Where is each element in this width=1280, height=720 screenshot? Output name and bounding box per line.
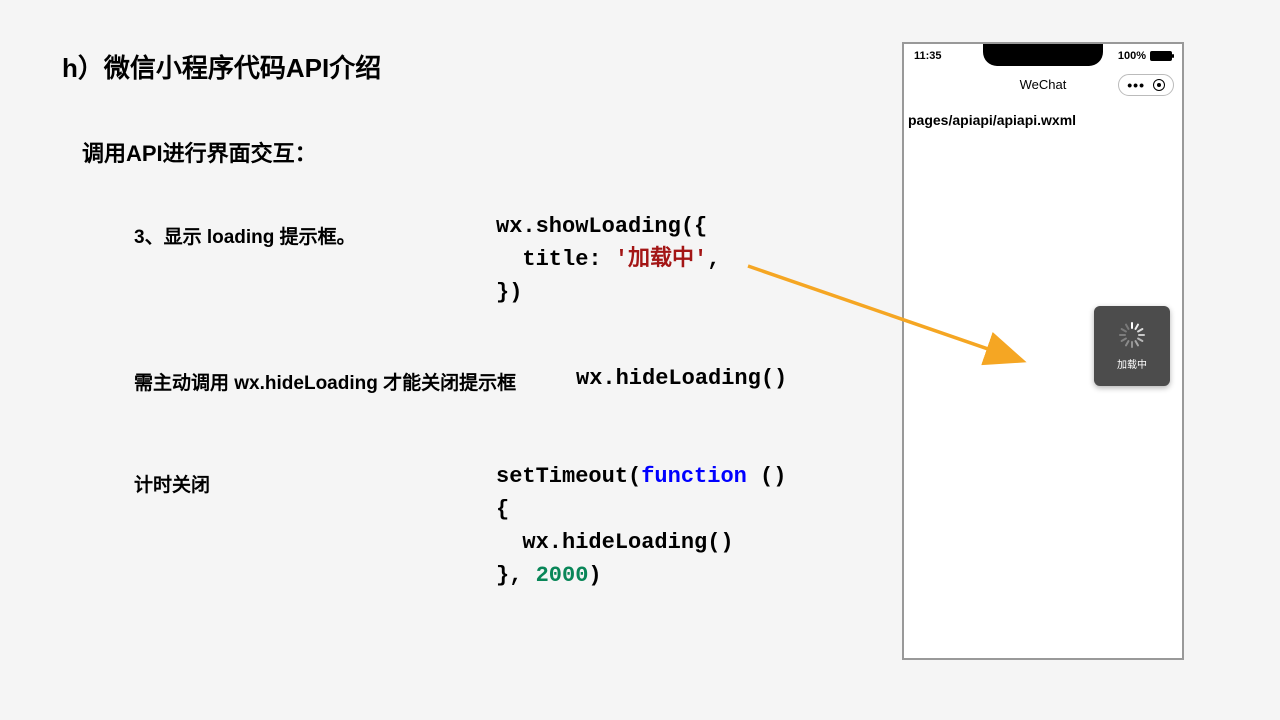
bullet-3: 3、显示 loading 提示框。 xyxy=(134,222,356,249)
code-text: () xyxy=(747,464,787,489)
code-text: wx.hideLoading() xyxy=(496,530,734,555)
code-text: ) xyxy=(588,563,601,588)
page-path: pages/apiapi/apiapi.wxml xyxy=(908,112,1076,128)
nav-title: WeChat xyxy=(1020,77,1067,92)
bullet-timer: 计时关闭 xyxy=(134,470,210,497)
code-settimeout: setTimeout(function () { wx.hideLoading(… xyxy=(496,460,786,592)
battery-text: 100% xyxy=(1118,50,1146,62)
code-text: , xyxy=(707,247,720,272)
code-text: }, xyxy=(496,563,536,588)
code-text: { xyxy=(496,497,509,522)
code-hide-loading: wx.hideLoading() xyxy=(576,366,787,391)
slide-subheading: 调用API进行界面交互： xyxy=(82,136,317,168)
status-time: 11:35 xyxy=(914,50,942,62)
bullet-hide: 需主动调用 wx.hideLoading 才能关闭提示框 xyxy=(134,368,516,395)
nav-bar: WeChat ••• xyxy=(904,70,1182,100)
code-text: }) xyxy=(496,280,522,305)
battery-icon xyxy=(1150,51,1172,61)
toast-label: 加载中 xyxy=(1117,356,1147,371)
loading-toast: 加载中 xyxy=(1094,306,1170,386)
code-text: wx.showLoading({ xyxy=(496,214,707,239)
status-battery: 100% xyxy=(1118,50,1172,62)
slide-heading: h）微信小程序代码API介绍 xyxy=(62,48,381,85)
phone-mockup: 11:35 100% WeChat ••• pages/apiapi/apiap… xyxy=(902,42,1184,660)
code-keyword: function xyxy=(641,464,747,489)
code-show-loading: wx.showLoading({ title: '加载中', }) xyxy=(496,210,720,309)
code-text: setTimeout( xyxy=(496,464,641,489)
status-bar: 11:35 100% xyxy=(904,44,1182,70)
code-number: 2000 xyxy=(536,563,589,588)
more-icon[interactable]: ••• xyxy=(1127,78,1145,92)
spinner-icon xyxy=(1119,322,1145,348)
code-string: '加载中' xyxy=(615,247,707,272)
code-text: title: xyxy=(496,247,615,272)
close-icon[interactable] xyxy=(1153,79,1165,91)
capsule-button[interactable]: ••• xyxy=(1118,74,1174,96)
